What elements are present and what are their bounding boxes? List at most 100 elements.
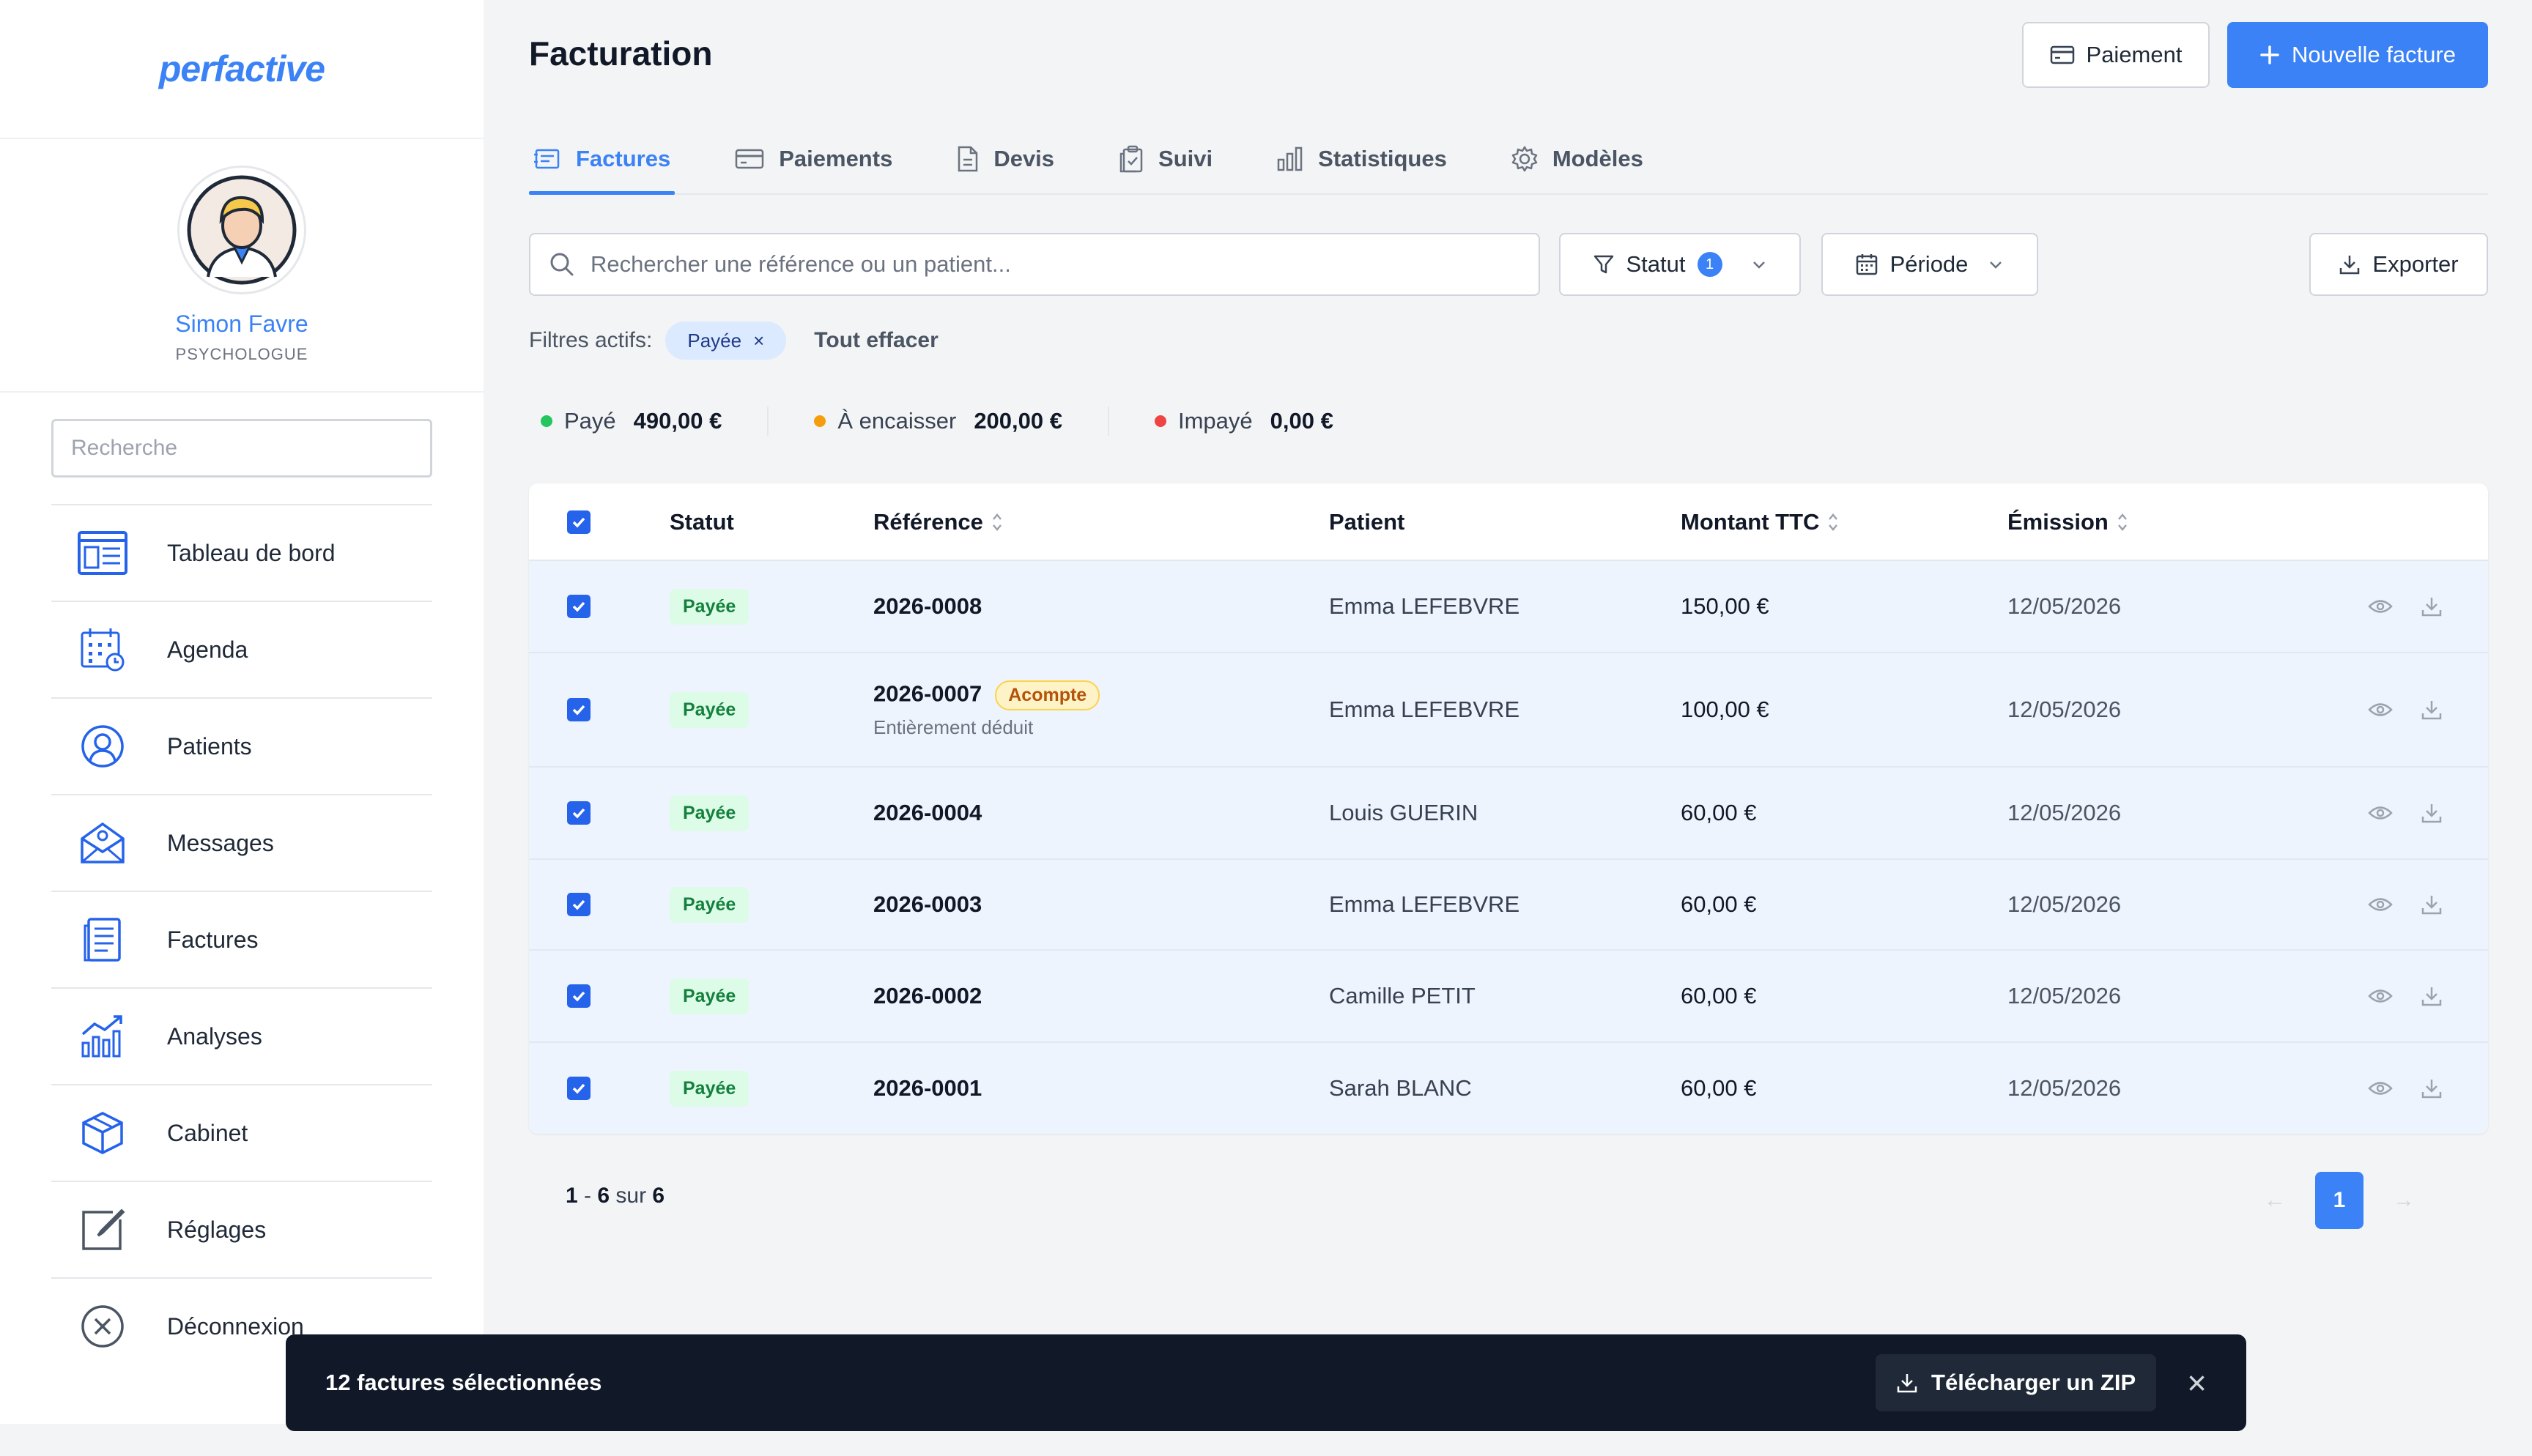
table-row[interactable]: Payée 2026-0001 Sarah BLANC 60,00 € 12/0… — [529, 1043, 2488, 1134]
row-checkbox[interactable] — [567, 893, 591, 916]
column-label: Émission — [2007, 509, 2109, 535]
user-name[interactable]: Simon Favre — [175, 311, 308, 338]
row-checkbox[interactable] — [567, 1077, 591, 1100]
tab-label: Devis — [993, 146, 1055, 171]
row-checkbox[interactable] — [567, 801, 591, 825]
acompte-badge: Acompte — [995, 680, 1100, 710]
tab-factures[interactable]: Factures — [529, 125, 675, 195]
search-input[interactable]: Rechercher une référence ou un patient..… — [529, 233, 1540, 296]
sidebar-item-messages[interactable]: Messages — [51, 794, 432, 891]
tabs: Factures Paiements Devis Suivi Statistiq… — [529, 125, 2488, 195]
amount-cell: 100,00 € — [1681, 697, 1769, 722]
tab-devis[interactable]: Devis — [952, 125, 1059, 193]
download-icon[interactable] — [2421, 768, 2443, 858]
clear-all-filters-button[interactable]: Tout effacer — [814, 328, 938, 353]
payment-button[interactable]: Paiement — [2022, 22, 2210, 88]
tab-statistiques[interactable]: Statistiques — [1273, 125, 1451, 193]
table-row[interactable]: Payée 2026-0003 Emma LEFEBVRE 60,00 € 12… — [529, 860, 2488, 951]
download-zip-button[interactable]: Télécharger un ZIP — [1876, 1354, 2157, 1411]
box-icon — [70, 1111, 135, 1155]
download-icon[interactable] — [2421, 1043, 2443, 1134]
reference-cell[interactable]: 2026-0008 — [873, 561, 982, 652]
status-filter-button[interactable]: Statut 1 — [1559, 233, 1801, 296]
sort-icon — [1829, 513, 1838, 531]
summary-value: 0,00 € — [1270, 408, 1333, 434]
summary-label: Impayé — [1177, 408, 1253, 434]
row-checkbox[interactable] — [567, 595, 591, 618]
sidebar-item-patients[interactable]: Patients — [51, 697, 432, 794]
column-header-reference[interactable]: Référence — [873, 483, 1004, 561]
prev-page-arrow-icon[interactable]: ← — [2264, 1188, 2286, 1213]
sort-icon — [2117, 513, 2127, 531]
avatar[interactable] — [177, 166, 306, 294]
table-row[interactable]: Payée 2026-0004 Louis GUERIN 60,00 € 12/… — [529, 768, 2488, 860]
table-row[interactable]: Payée 2026-0002 Camille PETIT 60,00 € 12… — [529, 951, 2488, 1043]
sidebar-item-reglages[interactable]: Réglages — [51, 1181, 432, 1277]
user-role: PSYCHOLOGUE — [175, 345, 308, 363]
column-label: Référence — [873, 509, 983, 535]
page-button-current[interactable]: 1 — [2315, 1172, 2363, 1229]
column-header-status: Statut — [670, 483, 734, 561]
export-button[interactable]: Exporter — [2309, 233, 2488, 296]
filter-icon — [1593, 255, 1613, 274]
filter-chip-payee[interactable]: Payée × — [665, 322, 787, 360]
row-checkbox[interactable] — [567, 984, 591, 1008]
tab-suivi[interactable]: Suivi — [1114, 125, 1217, 193]
sidebar-item-cabinet[interactable]: Cabinet — [51, 1084, 432, 1181]
reference-cell[interactable]: 2026-0003 — [873, 860, 982, 949]
reference-cell[interactable]: 2026-0002 — [873, 951, 982, 1041]
tab-modeles[interactable]: Modèles — [1507, 125, 1648, 193]
sidebar-item-analyses[interactable]: Analyses — [51, 987, 432, 1084]
next-page-arrow-icon[interactable]: → — [2393, 1188, 2415, 1213]
table-row[interactable]: Payée 2026-0008 Emma LEFEBVRE 150,00 € 1… — [529, 561, 2488, 653]
download-icon[interactable] — [2421, 653, 2443, 766]
download-zip-label: Télécharger un ZIP — [1931, 1370, 2136, 1395]
view-icon[interactable] — [2368, 653, 2393, 766]
chip-remove-icon[interactable]: × — [753, 330, 764, 352]
sidebar-item-dashboard[interactable]: Tableau de bord — [51, 504, 432, 601]
view-icon[interactable] — [2368, 951, 2393, 1041]
check-icon — [572, 991, 585, 1002]
download-icon[interactable] — [2421, 561, 2443, 652]
sidebar-item-factures[interactable]: Factures — [51, 891, 432, 987]
reference-cell[interactable]: 2026-0007 Acompte Entièrement déduit — [873, 653, 1100, 766]
date-cell: 12/05/2026 — [2007, 800, 2122, 825]
summary-value: 200,00 € — [974, 408, 1062, 434]
view-icon[interactable] — [2368, 768, 2393, 858]
reference-cell[interactable]: 2026-0001 — [873, 1043, 982, 1134]
period-filter-button[interactable]: Période — [1821, 233, 2038, 296]
status-dot-orange — [814, 415, 826, 427]
download-icon — [2340, 256, 2360, 275]
row-checkbox-cell — [567, 1043, 591, 1134]
download-icon[interactable] — [2421, 951, 2443, 1041]
pagination-total: 6 — [652, 1184, 665, 1208]
pagination-info: 1 - 6 sur 6 — [566, 1184, 665, 1208]
summary-pending: À encaisser 200,00 € — [814, 408, 1062, 434]
sidebar-item-agenda[interactable]: Agenda — [51, 601, 432, 697]
logo[interactable]: perfactive — [159, 48, 325, 90]
view-icon[interactable] — [2368, 860, 2393, 949]
row-checkbox[interactable] — [567, 698, 591, 721]
sidebar-nav: Tableau de bord Agenda Patients Messages… — [51, 504, 432, 1374]
column-header-date[interactable]: Émission — [2007, 483, 2129, 561]
status-badge: Payée — [670, 886, 749, 923]
table-row[interactable]: Payée 2026-0007 Acompte Entièrement dédui… — [529, 653, 2488, 768]
download-icon[interactable] — [2421, 860, 2443, 949]
view-icon[interactable] — [2368, 561, 2393, 652]
close-icon[interactable]: × — [2187, 1363, 2207, 1403]
summary-paid: Payé 490,00 € — [541, 408, 722, 434]
view-icon[interactable] — [2368, 1043, 2393, 1134]
column-header-amount[interactable]: Montant TTC — [1681, 483, 1840, 561]
reference-text: 2026-0007 — [873, 680, 982, 707]
amount-cell: 150,00 € — [1681, 593, 1769, 619]
patient-cell: Emma LEFEBVRE — [1329, 593, 1520, 619]
pager: ← 1 → — [2264, 1172, 2415, 1229]
tab-paiements[interactable]: Paiements — [730, 125, 897, 193]
select-all-checkbox[interactable] — [567, 510, 591, 534]
sidebar-search-input[interactable]: Recherche — [51, 419, 432, 478]
status-dot-green — [541, 415, 552, 427]
page-title: Facturation — [529, 34, 713, 73]
reference-cell[interactable]: 2026-0004 — [873, 768, 982, 858]
new-invoice-button[interactable]: Nouvelle facture — [2227, 22, 2488, 88]
avatar-illustration — [187, 175, 297, 285]
